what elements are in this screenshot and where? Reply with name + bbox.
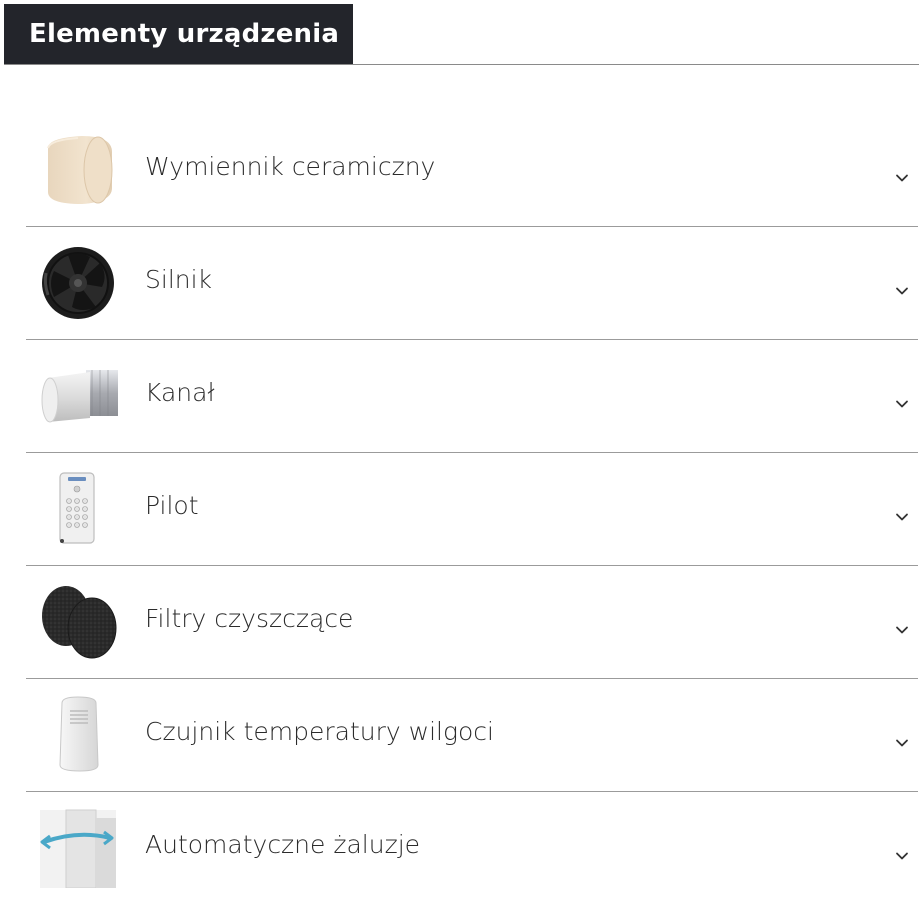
chevron-down-icon[interactable]: [894, 622, 910, 638]
chevron-down-icon[interactable]: [894, 509, 910, 525]
accordion-item-motor[interactable]: Silnik: [26, 227, 918, 340]
item-label: Kanał: [145, 378, 215, 407]
components-accordion: Wymiennik ceramiczny Silnik Kanał Pilot …: [26, 114, 918, 905]
accordion-item-filters[interactable]: Filtry czyszczące: [26, 566, 918, 679]
chevron-down-icon[interactable]: [894, 396, 910, 412]
item-label: Automatyczne żaluzje: [145, 830, 421, 859]
filters-icon: [38, 582, 118, 662]
section-title-tab: Elementy urządzenia: [4, 4, 353, 64]
accordion-item-remote[interactable]: Pilot: [26, 453, 918, 566]
item-label: Filtry czyszczące: [145, 604, 354, 633]
remote-control-icon: [38, 469, 118, 549]
accordion-item-sensor[interactable]: Czujnik temperatury wilgoci: [26, 679, 918, 792]
chevron-down-icon[interactable]: [894, 283, 910, 299]
chevron-down-icon[interactable]: [894, 735, 910, 751]
shutters-icon: [38, 808, 118, 888]
section-title: Elementy urządzenia: [29, 19, 340, 49]
header-divider: [4, 64, 919, 65]
sensor-icon: [38, 695, 118, 775]
item-label: Pilot: [145, 491, 199, 520]
fan-motor-icon: [38, 243, 118, 323]
accordion-item-ceramic-exchanger[interactable]: Wymiennik ceramiczny: [26, 114, 918, 227]
accordion-item-shutters[interactable]: Automatyczne żaluzje: [26, 792, 918, 905]
item-label: Czujnik temperatury wilgoci: [145, 717, 494, 746]
duct-pipe-icon: [38, 356, 118, 436]
item-label: Silnik: [145, 265, 213, 294]
item-label: Wymiennik ceramiczny: [145, 152, 436, 181]
chevron-down-icon[interactable]: [894, 848, 910, 864]
accordion-item-duct[interactable]: Kanał: [26, 340, 918, 453]
chevron-down-icon[interactable]: [894, 170, 910, 186]
ceramic-exchanger-icon: [38, 130, 118, 210]
